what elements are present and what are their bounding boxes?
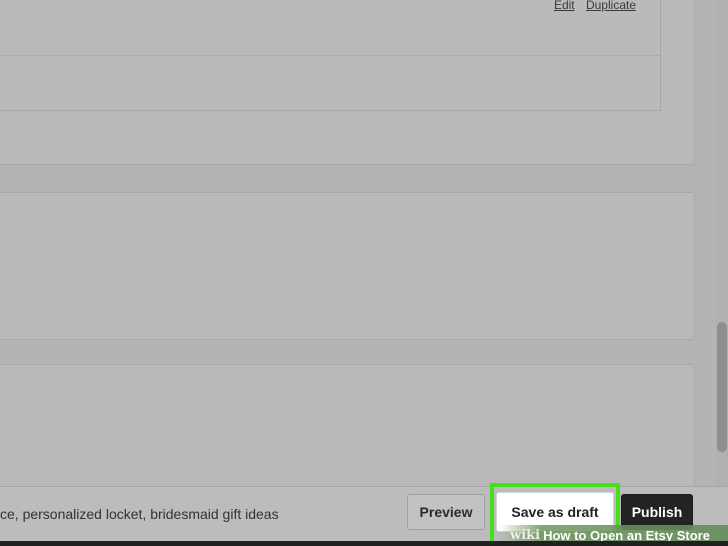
preview-button[interactable]: Preview (407, 494, 485, 530)
listing-editor-page: Edit Duplicate ce, personalized locket, … (0, 0, 728, 546)
scrollbar-thumb[interactable] (717, 322, 727, 452)
variations-card: Edit Duplicate (0, 0, 695, 165)
section-card (0, 192, 695, 340)
duplicate-link[interactable]: Duplicate (586, 0, 636, 12)
variation-actions: Edit Duplicate (546, 0, 636, 12)
variation-row: Edit Duplicate (0, 0, 661, 111)
scrollbar-track[interactable] (716, 0, 728, 486)
variation-divider (0, 55, 660, 56)
tags-summary: ce, personalized locket, bridesmaid gift… (0, 506, 279, 522)
edit-link[interactable]: Edit (554, 0, 575, 12)
bottom-edge (0, 541, 728, 546)
